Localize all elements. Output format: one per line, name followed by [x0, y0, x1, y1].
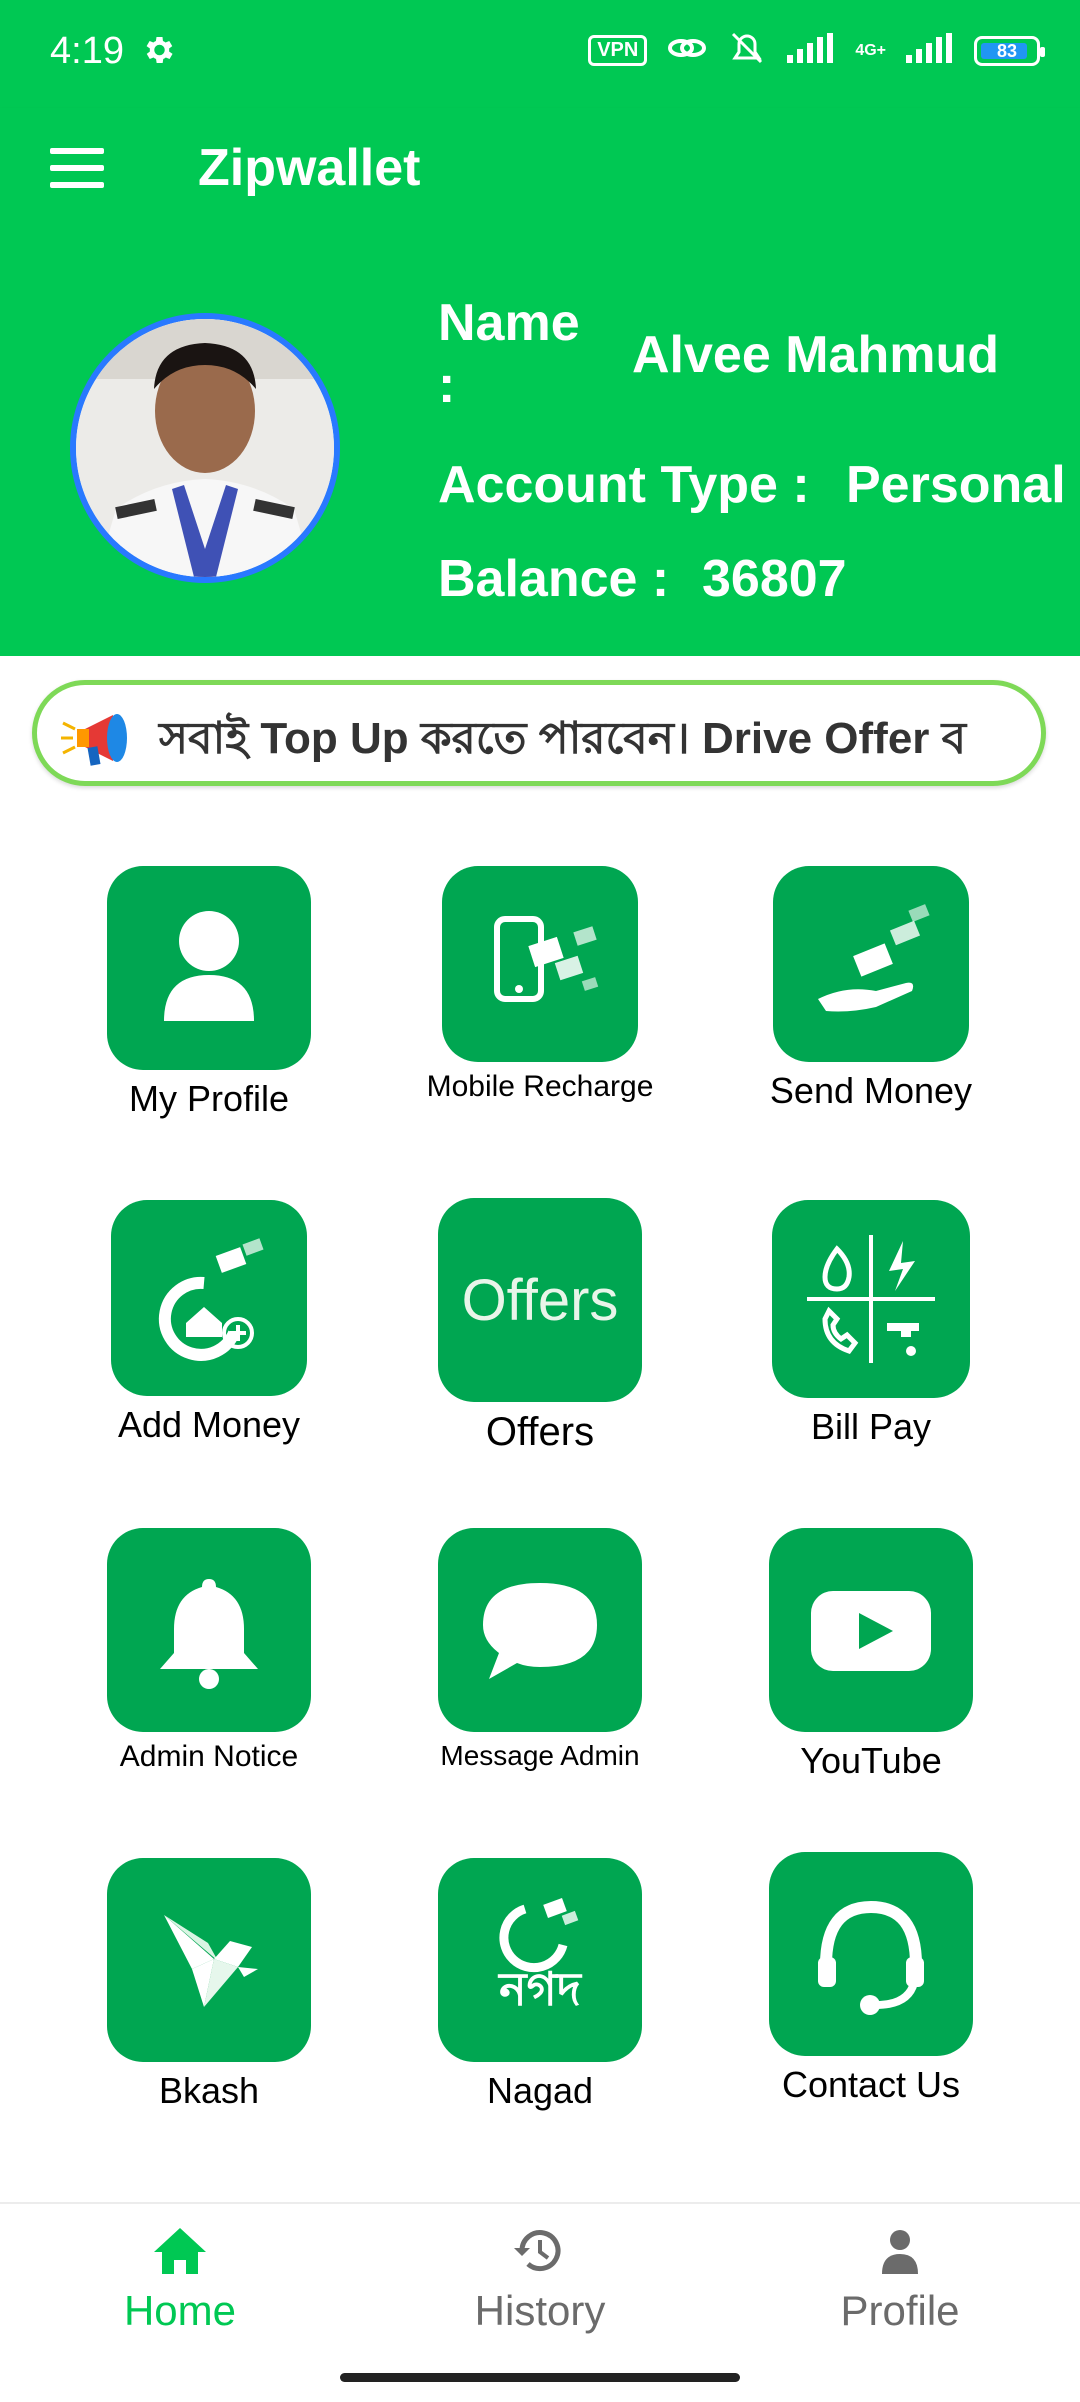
balance-value: 36807	[702, 550, 847, 608]
send-money-label: Send Money	[769, 1070, 973, 1111]
bkash-label: Bkash	[158, 2070, 260, 2111]
message-admin-tile[interactable]: Message Admin	[375, 1528, 705, 1772]
add-money-label: Add Money	[117, 1404, 301, 1445]
vpn-badge: VPN	[588, 35, 648, 66]
name-value: Alvee Mahmud	[632, 326, 999, 384]
chat-bubble-icon	[438, 1528, 642, 1732]
nagad-logo-icon: নগদ	[438, 1858, 642, 2062]
megaphone-icon	[57, 703, 147, 778]
nav-home[interactable]: Home	[30, 2224, 330, 2335]
bill-pay-tile[interactable]: Bill Pay	[706, 1200, 1036, 1448]
bell-icon	[107, 1528, 311, 1732]
balance-label: Balance :	[438, 550, 670, 608]
home-icon	[150, 2228, 210, 2282]
history-icon	[510, 2230, 570, 2282]
battery-icon: 83	[974, 35, 1045, 66]
message-admin-label: Message Admin	[440, 1740, 640, 1771]
bkash-bird-icon	[107, 1858, 311, 2062]
person-icon	[870, 2230, 930, 2282]
status-time: 4:19	[50, 30, 124, 72]
profile-header: Name : Alvee Mahmud Account Type : Perso…	[0, 243, 1080, 656]
bkash-tile[interactable]: Bkash	[44, 1858, 374, 2112]
account-type-value: Personal	[846, 456, 1066, 514]
name-colon: :	[438, 356, 456, 414]
bill-pay-label: Bill Pay	[810, 1406, 932, 1447]
signal-icon-2	[906, 33, 954, 68]
offers-label: Offers	[485, 1410, 595, 1454]
bill-pay-icon	[772, 1200, 970, 1398]
mobile-recharge-tile[interactable]: Mobile Recharge	[375, 866, 705, 1104]
app-bar: Zipwallet	[0, 108, 1080, 243]
user-icon	[107, 866, 311, 1070]
settings-gear-icon	[140, 32, 176, 73]
gesture-bar[interactable]	[340, 2373, 740, 2382]
my-profile-label: My Profile	[128, 1078, 290, 1119]
youtube-label: YouTube	[800, 1740, 942, 1781]
nav-home-label: Home	[123, 2287, 237, 2334]
nav-history-label: History	[474, 2287, 606, 2334]
send-money-icon	[773, 866, 969, 1062]
send-money-tile[interactable]: Send Money	[706, 866, 1036, 1112]
add-money-icon	[111, 1200, 307, 1396]
name-label: Name	[438, 294, 580, 352]
admin-notice-tile[interactable]: Admin Notice	[44, 1528, 374, 1774]
app-title: Zipwallet	[198, 139, 421, 197]
youtube-tile[interactable]: YouTube	[706, 1528, 1036, 1782]
offers-icon-text: Offers	[461, 1267, 619, 1333]
notice-text: সবাই Top Up করতে পারবেন। Drive Offer ব	[159, 714, 967, 763]
hamburger-menu-icon[interactable]	[50, 148, 104, 190]
network-type-label: 4G+	[855, 41, 886, 59]
avatar[interactable]	[70, 313, 340, 583]
link-icon	[667, 33, 707, 68]
contact-us-tile[interactable]: Contact Us	[706, 1852, 1036, 2106]
headset-icon	[769, 1852, 973, 2056]
signal-icon	[787, 33, 835, 68]
notice-marquee[interactable]: সবাই Top Up করতে পারবেন। Drive Offer ব	[32, 680, 1046, 786]
mute-vibrate-icon	[727, 30, 767, 71]
my-profile-tile[interactable]: My Profile	[44, 866, 374, 1120]
youtube-icon	[769, 1528, 973, 1732]
nagad-label: Nagad	[486, 2070, 594, 2111]
battery-level: 83	[996, 40, 1018, 61]
mobile-recharge-icon	[442, 866, 638, 1062]
mobile-recharge-label: Mobile Recharge	[426, 1070, 654, 1103]
bottom-navigation: Home History Profile	[0, 2202, 1080, 2402]
nav-history[interactable]: History	[390, 2224, 690, 2335]
admin-notice-label: Admin Notice	[119, 1740, 299, 1773]
offers-icon: Offers	[438, 1198, 642, 1402]
nav-profile[interactable]: Profile	[750, 2224, 1050, 2335]
nagad-tile[interactable]: নগদ Nagad	[375, 1858, 705, 2112]
status-bar: 4:19 VPN 4G+ 83	[0, 0, 1080, 108]
contact-us-label: Contact Us	[781, 2064, 961, 2105]
nagad-icon-text: নগদ	[497, 1962, 583, 2016]
status-icons: VPN 4G+ 83	[588, 30, 1045, 71]
account-type-label: Account Type :	[438, 456, 810, 514]
offers-tile[interactable]: Offers Offers	[375, 1198, 705, 1455]
nav-profile-label: Profile	[840, 2287, 960, 2334]
add-money-tile[interactable]: Add Money	[44, 1200, 374, 1446]
